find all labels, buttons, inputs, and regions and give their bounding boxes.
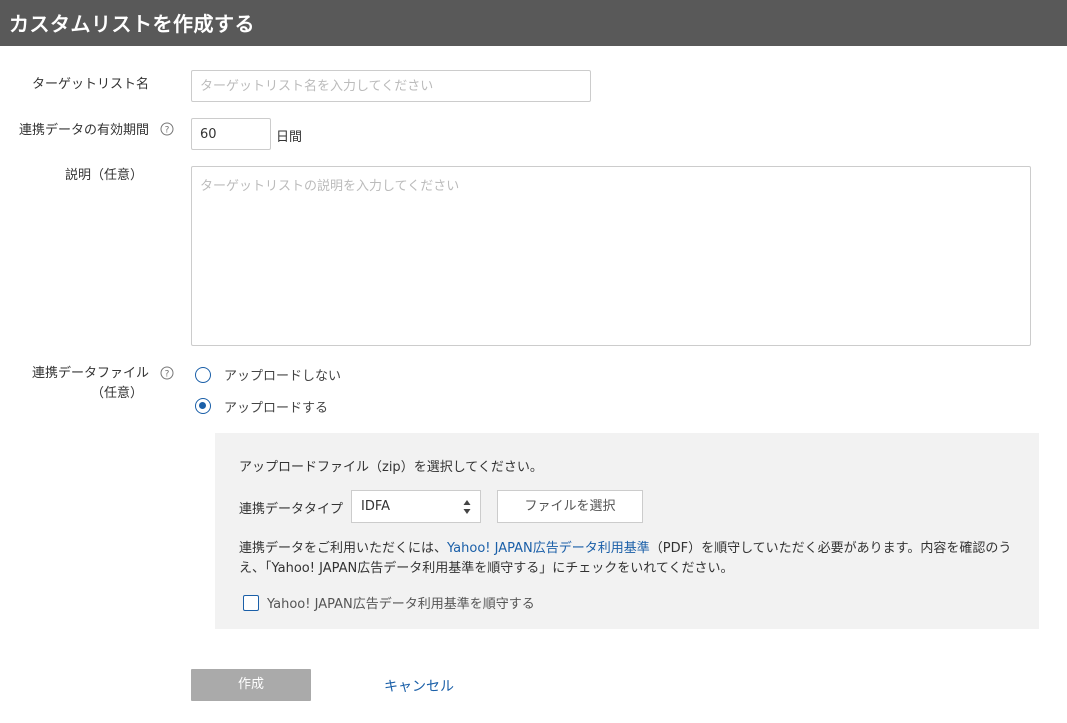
radio-no-upload[interactable] [195,367,211,383]
choose-file-button[interactable]: ファイルを選択 [497,490,643,523]
radio-upload[interactable] [195,398,211,414]
agree-checkbox[interactable] [243,595,259,611]
notice-suffix: （PDF）を順守していただく必要があります。内容を確認のう [649,541,1012,556]
agree-checkbox-label[interactable]: Yahoo! JAPAN広告データ利用基準を順守する [267,593,535,612]
sort-arrows-icon [463,500,471,514]
validity-unit: 日間 [276,130,303,145]
usage-notice: 連携データをご利用いただくには、Yahoo! JAPAN広告データ利用基準（PD… [239,539,1029,579]
upload-instruction: アップロードファイル（zip）を選択してください。 [239,460,543,475]
data-policy-link[interactable]: Yahoo! JAPAN広告データ利用基準 [447,541,650,556]
radio-upload-label[interactable]: アップロードする [224,397,328,416]
page-title: カスタムリストを作成する [9,12,255,36]
description-textarea[interactable] [191,166,1031,346]
data-file-optional-label: （任意） [90,386,143,401]
cancel-link[interactable]: キャンセル [384,676,454,696]
page-header: カスタムリストを作成する [0,0,1067,46]
description-label: 説明（任意） [64,168,143,183]
question-circle-icon[interactable]: ? [160,366,174,380]
data-type-value: IDFA [361,499,391,514]
radio-no-upload-label[interactable]: アップロードしない [224,365,341,384]
target-name-label: ターゲットリスト名 [31,77,149,92]
validity-label: 連携データの有効期間 [18,123,149,138]
svg-text:?: ? [165,370,170,380]
create-button[interactable]: 作成 [191,669,311,701]
validity-days-input[interactable] [191,118,271,150]
question-circle-icon[interactable]: ? [160,122,174,136]
data-type-select[interactable]: IDFA [351,490,481,523]
notice-prefix: 連携データをご利用いただくには、 [239,541,448,556]
data-type-label: 連携データタイプ [239,502,344,517]
data-file-label: 連携データファイル [31,366,149,381]
target-name-input[interactable] [191,70,591,102]
svg-text:?: ? [165,126,170,136]
upload-panel: アップロードファイル（zip）を選択してください。 連携データタイプ IDFA … [215,433,1039,629]
notice-line2: え、「Yahoo! JAPAN広告データ利用基準を順守する」にチェックをいれてく… [239,561,734,576]
